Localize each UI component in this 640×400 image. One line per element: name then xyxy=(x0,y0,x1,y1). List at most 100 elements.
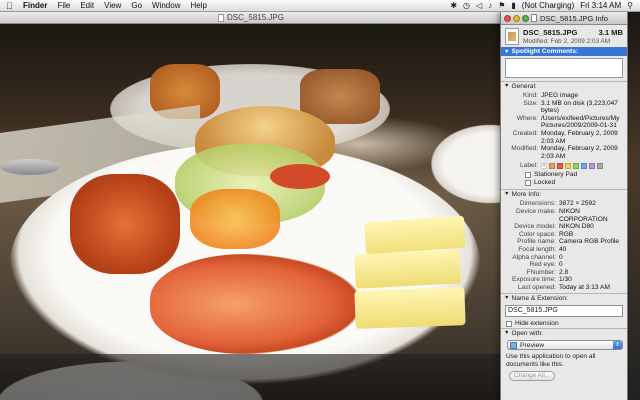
more-info-value: RGB xyxy=(559,230,574,238)
label-swatch-blue[interactable] xyxy=(581,162,587,169)
more-info-key: Dimensions: xyxy=(519,200,556,208)
label-swatch-green[interactable] xyxy=(573,162,579,169)
menu-view[interactable]: View xyxy=(99,0,126,12)
menu-help[interactable]: Help xyxy=(185,0,211,12)
label-swatch-red[interactable] xyxy=(557,162,563,169)
open-with-select[interactable]: Preview ⇕ xyxy=(507,340,623,351)
more-info-row: Device model: NIKON D80 xyxy=(501,223,627,231)
more-info-key: Red eye: xyxy=(529,261,556,269)
info-name-row: DSC_5815.JPG 3.1 MB xyxy=(523,28,623,37)
general-row: Kind: JPEG image xyxy=(501,92,627,100)
label-swatch-gray[interactable] xyxy=(597,162,603,169)
more-info-row: Last opened: Today at 3:13 AM xyxy=(501,284,627,292)
general-row: Size: 3.1 MB on disk (3,223,047 bytes) xyxy=(501,100,627,115)
more-info-value: 40 xyxy=(559,245,567,253)
disclosure-open-icon: ▼ xyxy=(504,330,510,337)
more-info-row: Profile name: Camera RGB Profile xyxy=(501,238,627,246)
spotlight-comments-field[interactable] xyxy=(505,58,623,78)
cheese-3 xyxy=(354,287,466,329)
right-plate xyxy=(430,124,502,204)
more-info-key: Device model: xyxy=(514,223,556,231)
more-info-key: Exposure time: xyxy=(512,276,556,284)
more-info-value: 0 xyxy=(559,253,563,261)
name-extension-header[interactable]: ▼ Name & Extension: xyxy=(501,293,627,302)
info-titlebar[interactable]: DSC_5815.JPG Info xyxy=(501,12,627,25)
menu-finder[interactable]: Finder xyxy=(18,0,52,12)
minimize-button[interactable] xyxy=(513,14,520,22)
window-controls xyxy=(504,14,529,22)
spotlight-comments-header[interactable]: ▼ Spotlight Comments: xyxy=(501,47,627,56)
document-icon xyxy=(531,14,537,22)
general-value: 3.1 MB on disk (3,223,047 bytes) xyxy=(541,99,618,115)
label-swatch-purple[interactable] xyxy=(589,162,595,169)
menu-go[interactable]: Go xyxy=(126,0,147,12)
info-modified: Modified: Feb 2, 2009 2:03 AM xyxy=(523,38,611,45)
table-edge xyxy=(0,354,502,400)
apple-icon[interactable]:  xyxy=(6,0,18,12)
menu-window[interactable]: Window xyxy=(147,0,185,12)
name-extension-field[interactable]: DSC_5815.JPG xyxy=(505,305,623,318)
stationery-pad-row[interactable]: Stationery Pad xyxy=(501,171,627,179)
hide-extension-checkbox[interactable] xyxy=(506,320,512,327)
flag-icon[interactable]: ⚑ xyxy=(495,0,508,12)
menu-clock[interactable]: Fri 3:14 AM xyxy=(577,0,624,12)
more-info-value: 0 xyxy=(559,261,563,269)
hide-extension-label: Hide extension xyxy=(515,320,559,328)
locked-row[interactable]: Locked xyxy=(501,179,627,187)
general-header[interactable]: ▼ General: xyxy=(501,81,627,90)
preview-titlebar[interactable]: DSC_5815.JPG xyxy=(0,12,502,24)
info-file-size: 3.1 MB xyxy=(598,28,623,37)
general-row: Created: Monday, February 2, 2009 2:03 AM xyxy=(501,130,627,145)
tomato xyxy=(270,164,330,189)
locked-checkbox[interactable] xyxy=(525,180,531,187)
info-window: DSC_5815.JPG Info DSC_5815.JPG 3.1 MB Mo… xyxy=(500,12,628,400)
wifi-icon[interactable]: ◁ xyxy=(473,0,485,12)
label-none-swatch[interactable]: × xyxy=(541,162,547,169)
label-swatch-yellow[interactable] xyxy=(565,162,571,169)
more-info-value: 3872 × 2592 xyxy=(559,200,596,208)
general-key: Created: xyxy=(512,129,538,137)
more-info-value: NIKON D80 xyxy=(559,223,594,231)
open-with-note: Use this application to open all documen… xyxy=(506,353,596,368)
battery-status[interactable]: (Not Charging) xyxy=(519,0,577,12)
open-with-header[interactable]: ▼ Open with: xyxy=(501,328,627,337)
zoom-button[interactable] xyxy=(522,14,529,22)
hide-extension-row[interactable]: Hide extension xyxy=(501,319,627,328)
locked-label: Locked xyxy=(534,179,556,187)
more-info-label: More Info: xyxy=(511,190,542,198)
more-info-value: Camera RGB Profile xyxy=(559,238,620,246)
info-title: DSC_5815.JPG Info xyxy=(540,13,608,23)
more-info-row: Focal length: 40 xyxy=(501,246,627,254)
time-machine-icon[interactable]: ◷ xyxy=(460,0,473,12)
spoon xyxy=(0,159,60,175)
info-title-wrap: DSC_5815.JPG Info xyxy=(531,14,625,23)
menu-edit[interactable]: Edit xyxy=(75,0,99,12)
spotlight-icon[interactable]: ⚲ xyxy=(624,0,636,12)
menu-extras: ✱ ◷ ◁ ♪ ⚑ ▮ (Not Charging) Fri 3:14 AM ⚲ xyxy=(447,0,640,12)
more-info-key: FNumber: xyxy=(526,268,556,276)
general-value: Monday, February 2, 2009 2:03 AM xyxy=(541,129,618,145)
general-key: Modified: xyxy=(511,145,538,153)
file-thumbnail-icon xyxy=(505,28,519,45)
more-info-key: Focal length: xyxy=(518,245,556,253)
general-value: JPEG image xyxy=(541,92,579,99)
photo-view[interactable] xyxy=(0,24,502,400)
more-info-row: Color space: RGB xyxy=(501,231,627,239)
change-all-button[interactable]: Change All... xyxy=(509,371,555,382)
stationery-pad-checkbox[interactable] xyxy=(525,172,531,179)
volume-icon[interactable]: ♪ xyxy=(485,0,495,12)
more-info-header[interactable]: ▼ More Info: xyxy=(501,189,627,198)
menu-file[interactable]: File xyxy=(52,0,75,12)
preview-app-icon xyxy=(510,341,517,349)
general-row: Where:/Users/exifeed/Pictures/My Picture… xyxy=(501,115,627,130)
disclosure-open-icon: ▼ xyxy=(504,191,510,198)
label-swatch-orange[interactable] xyxy=(549,162,555,169)
close-button[interactable] xyxy=(504,14,511,22)
bluetooth-icon[interactable]: ✱ xyxy=(447,0,460,12)
document-icon xyxy=(218,13,225,22)
general-key: Kind: xyxy=(522,92,538,99)
more-info-key: Color space: xyxy=(518,230,556,238)
more-info-key: Device make: xyxy=(516,207,556,215)
battery-icon[interactable]: ▮ xyxy=(508,0,518,12)
more-info-row: FNumber: 2.8 xyxy=(501,269,627,277)
